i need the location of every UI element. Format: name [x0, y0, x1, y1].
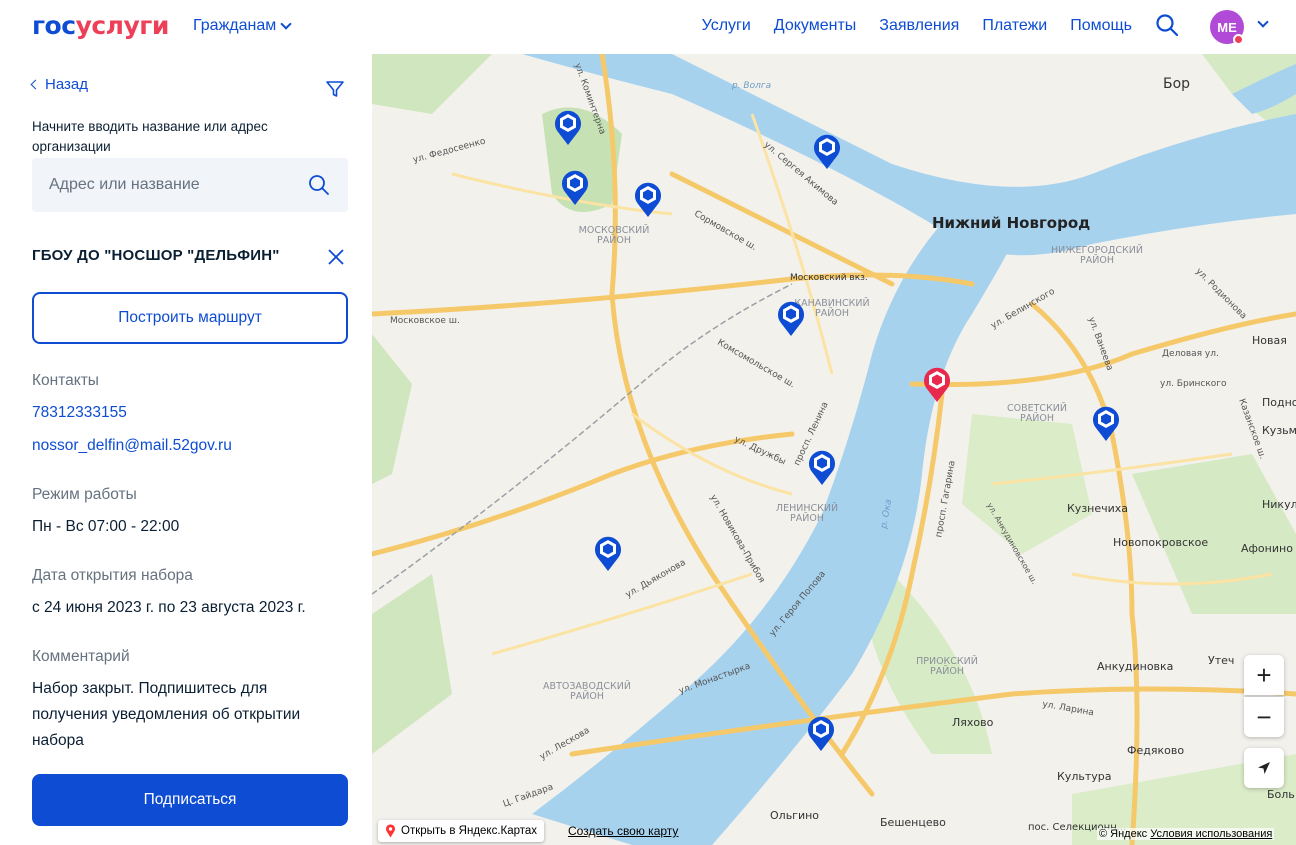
sidebar: Назад Начните вводить название или адрес… — [0, 54, 372, 845]
gosuslugi-logo[interactable]: госуслуги — [32, 11, 169, 40]
open-in-yandex-button[interactable]: Открыть в Яндекс.Картах — [378, 820, 545, 842]
place-label: Кузнечиха — [1067, 502, 1129, 515]
district-label: АВТОЗАВОДСКИЙ РАЙОН — [543, 681, 631, 702]
place-label: Новая — [1252, 334, 1287, 347]
logo-text-part1: гос — [32, 11, 76, 40]
nav-services[interactable]: Услуги — [702, 17, 751, 35]
chevron-down-icon — [280, 18, 292, 30]
location-arrow-icon — [1258, 762, 1270, 774]
audience-label: Гражданам — [193, 17, 277, 34]
place-label: Утеч — [1208, 654, 1235, 667]
comment-label: Комментарий — [32, 648, 130, 665]
school-pin[interactable] — [813, 132, 841, 170]
district-label: ЛЕНИНСКИЙ РАЙОН — [775, 503, 839, 524]
place-label: Ляхово — [952, 716, 994, 729]
place-label: Анкудиновка — [1097, 660, 1174, 673]
place-label: Боль — [1267, 788, 1295, 801]
place-label: Никул — [1262, 498, 1296, 511]
map[interactable]: Нижний Новгород Бор МОСКОВСКИЙ РАЙОН КАН… — [372, 54, 1296, 845]
map-pin-icon — [386, 824, 395, 838]
terms-link[interactable]: Условия использования — [1150, 828, 1272, 840]
street-label: ул. Бринского — [1160, 379, 1227, 389]
place-label: Кузьми — [1262, 424, 1296, 437]
top-nav: Услуги Документы Заявления Платежи Помощ… — [702, 17, 1132, 35]
place-label: Московский вкз. — [790, 273, 868, 283]
search-hint: Начните вводить название или адрес орган… — [32, 119, 268, 154]
header: госуслуги Гражданам Услуги Документы Зая… — [0, 0, 1296, 54]
nav-payments[interactable]: Платежи — [982, 17, 1047, 35]
avatar-initials: МЕ — [1217, 19, 1237, 35]
nav-applications[interactable]: Заявления — [879, 17, 959, 35]
selected-school-pin[interactable] — [923, 365, 951, 403]
place-label: Афонино — [1241, 542, 1293, 555]
district-label: ПРИОКСКИЙ РАЙОН — [916, 656, 978, 677]
district-label: МОСКОВСКИЙ РАЙОН — [578, 225, 650, 246]
notification-dot — [1233, 34, 1244, 45]
build-route-button[interactable]: Построить маршрут — [32, 292, 348, 344]
chevron-left-icon — [30, 79, 41, 90]
close-icon[interactable] — [326, 247, 346, 267]
open-in-yandex-label: Открыть в Яндекс.Картах — [401, 825, 538, 837]
school-pin[interactable] — [594, 534, 622, 572]
zoom-out-button[interactable]: − — [1244, 697, 1284, 737]
school-pin[interactable] — [777, 299, 805, 337]
district-label: СОВЕТСКИЙ РАЙОН — [1006, 403, 1068, 424]
school-pin[interactable] — [561, 168, 589, 206]
place-label: Ольгино — [770, 809, 820, 822]
search-input[interactable] — [32, 158, 302, 212]
place-label: Подно — [1262, 396, 1296, 409]
street-label: Деловая ул. — [1162, 349, 1219, 359]
hours-value: Пн - Вс 07:00 - 22:00 — [32, 518, 180, 535]
street-label: Московское ш. — [390, 316, 460, 326]
zoom-in-button[interactable]: + — [1244, 655, 1284, 695]
organization-title: ГБОУ ДО "НОСШОР "ДЕЛЬФИН" — [32, 247, 280, 264]
place-label: Бор — [1163, 76, 1191, 92]
back-link[interactable]: Назад — [30, 76, 88, 93]
place-label: Культура — [1057, 770, 1112, 783]
nav-help[interactable]: Помощь — [1070, 17, 1132, 35]
filter-icon[interactable] — [325, 79, 345, 99]
audience-selector[interactable]: Гражданам — [193, 17, 292, 35]
copyright-text: © Яндекс — [1099, 828, 1148, 840]
search-icon[interactable] — [1155, 13, 1179, 37]
search-icon[interactable] — [308, 174, 330, 196]
place-label: Бешенцево — [880, 816, 946, 829]
phone-link[interactable]: 78312333155 — [32, 404, 127, 422]
school-pin[interactable] — [1092, 404, 1120, 442]
email-link[interactable]: nossor_delfin@mail.52gov.ru — [32, 437, 232, 455]
enrollment-value: с 24 июня 2023 г. по 23 августа 2023 г. — [32, 599, 306, 616]
hours-label: Режим работы — [32, 486, 137, 503]
logo-text-part2: услуги — [75, 11, 170, 40]
river-label: р. Волга — [732, 81, 772, 91]
school-pin[interactable] — [554, 108, 582, 146]
subscribe-button[interactable]: Подписаться — [32, 774, 348, 826]
search-field[interactable] — [32, 158, 348, 212]
place-label: Новопокровское — [1113, 536, 1209, 549]
map-copyright: © Яндекс Условия использования — [1097, 828, 1275, 840]
back-label: Назад — [45, 76, 88, 93]
school-pin[interactable] — [634, 180, 662, 218]
city-label: Нижний Новгород — [932, 214, 1091, 232]
enrollment-label: Дата открытия набора — [32, 567, 193, 584]
comment-value: Набор закрыт. Подпишитесь для получения … — [32, 680, 301, 749]
district-label: НИЖЕГОРОДСКИЙ РАЙОН — [1051, 245, 1143, 266]
place-label: Федяково — [1127, 744, 1185, 757]
school-pin[interactable] — [808, 448, 836, 486]
create-map-link[interactable]: Создать свою карту — [568, 824, 678, 838]
contacts-label: Контакты — [32, 372, 99, 389]
geolocation-button[interactable] — [1244, 748, 1284, 788]
nav-documents[interactable]: Документы — [774, 17, 856, 35]
school-pin[interactable] — [807, 714, 835, 752]
profile-chevron-down-icon[interactable] — [1257, 16, 1269, 28]
